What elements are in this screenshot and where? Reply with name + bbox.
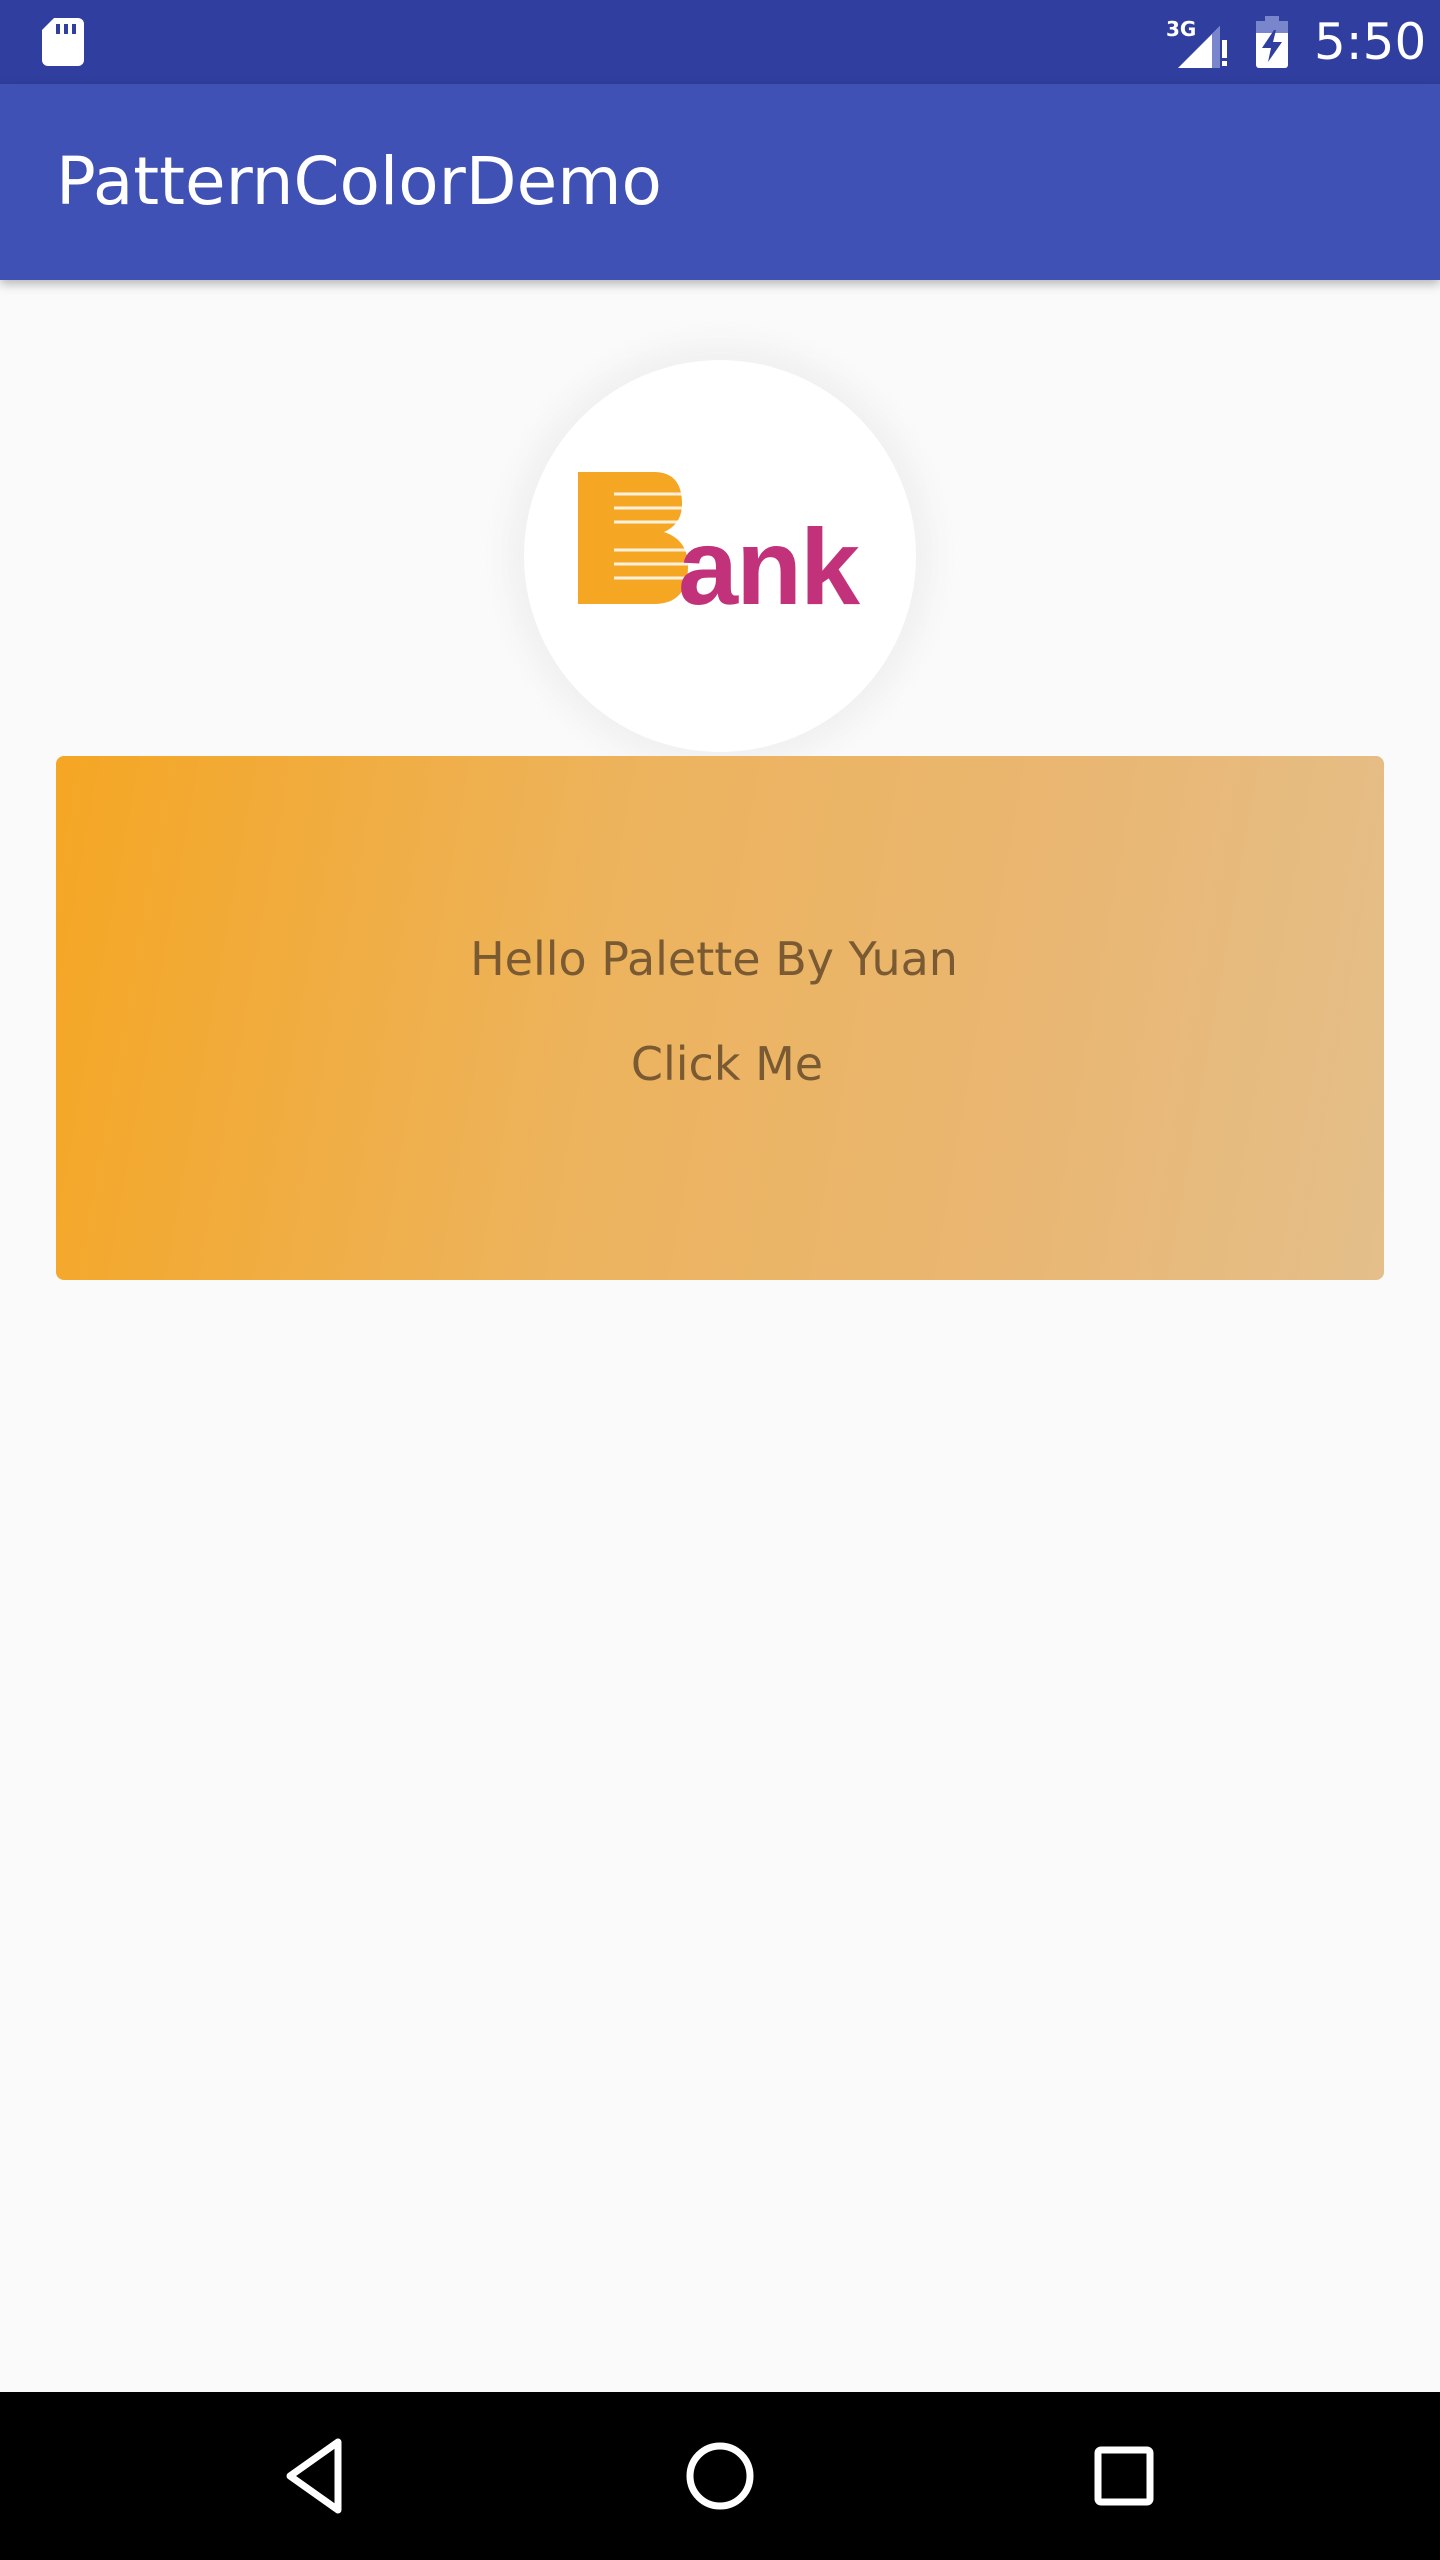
bank-logo: ank xyxy=(524,360,916,752)
network-type-label: 3G xyxy=(1166,17,1196,41)
sd-card-icon xyxy=(42,18,84,66)
home-icon[interactable] xyxy=(672,2428,768,2524)
recent-apps-icon[interactable] xyxy=(1076,2428,1172,2524)
svg-text:ank: ank xyxy=(678,506,861,624)
battery-charging-icon xyxy=(1256,16,1288,68)
navigation-bar xyxy=(0,2392,1440,2560)
bank-logo-image: ank xyxy=(578,472,863,624)
app-bar: PatternColorDemo xyxy=(0,84,1440,280)
hello-text: Hello Palette By Yuan xyxy=(470,932,958,986)
palette-card: Hello Palette By Yuan Click Me xyxy=(56,756,1384,1280)
signal-3g-icon: 3G xyxy=(1166,17,1227,68)
back-icon[interactable] xyxy=(268,2428,364,2524)
app-title: PatternColorDemo xyxy=(56,143,662,220)
status-bar: 3G 5:50 xyxy=(0,0,1440,84)
click-me-button[interactable]: Click Me xyxy=(630,1018,824,1110)
clock: 5:50 xyxy=(1314,13,1427,71)
